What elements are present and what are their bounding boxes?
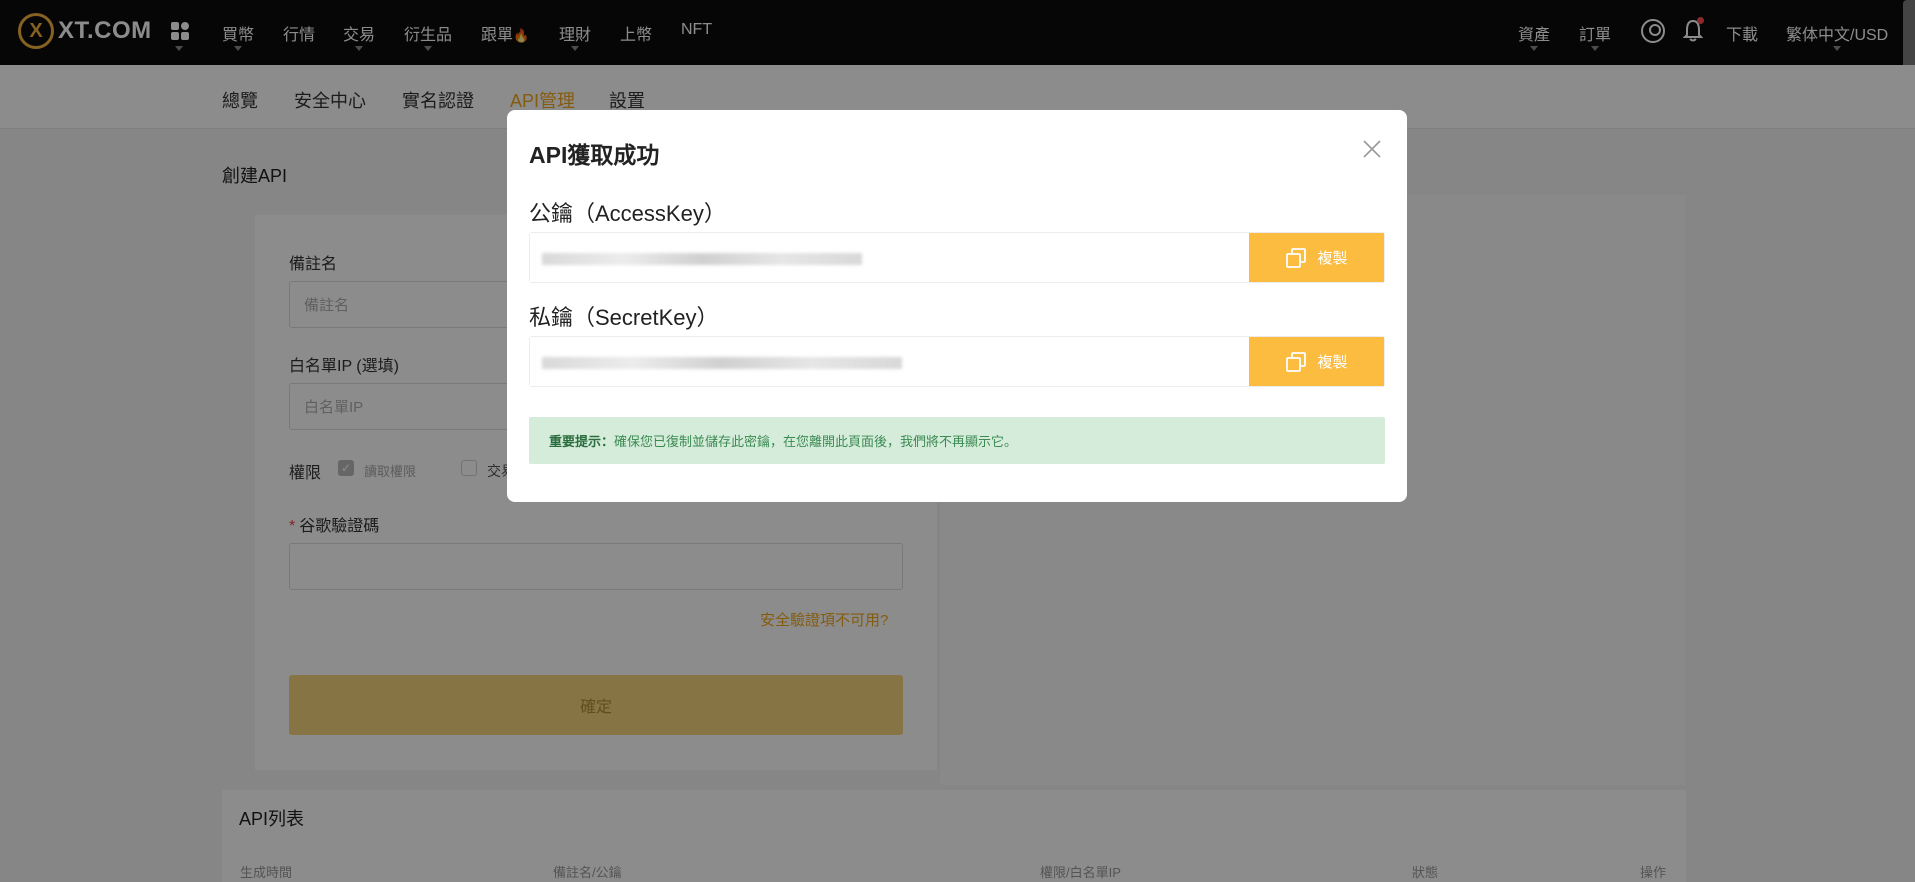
notice-text: 確保您已復制並儲存此密鑰，在您離開此頁面後，我們將不再顯示它。 <box>614 434 1018 449</box>
access-key-value[interactable] <box>530 233 1249 282</box>
copy-access-key-button[interactable]: 複製 <box>1249 233 1384 282</box>
secret-key-label: 私鑰（SecretKey） <box>529 305 719 330</box>
important-notice: 重要提示： 確保您已復制並儲存此密鑰，在您離開此頁面後，我們將不再顯示它。 <box>529 417 1385 464</box>
copy-label: 複製 <box>1317 250 1348 267</box>
secret-key-row: 複製 <box>529 336 1385 387</box>
copy-label: 複製 <box>1317 354 1348 371</box>
modal-title: API獲取成功 <box>529 142 660 168</box>
redacted-key <box>542 253 862 265</box>
redacted-key <box>542 357 902 369</box>
api-success-modal: API獲取成功 公鑰（AccessKey） 複製 私鑰（SecretKey） 複… <box>507 110 1407 502</box>
copy-secret-key-button[interactable]: 複製 <box>1249 337 1384 386</box>
copy-icon <box>1285 351 1307 373</box>
copy-icon <box>1285 247 1307 269</box>
notice-strong: 重要提示： <box>549 434 615 449</box>
access-key-row: 複製 <box>529 232 1385 283</box>
secret-key-value[interactable] <box>530 337 1249 386</box>
access-key-label: 公鑰（AccessKey） <box>529 201 726 226</box>
close-icon[interactable] <box>1360 137 1384 161</box>
